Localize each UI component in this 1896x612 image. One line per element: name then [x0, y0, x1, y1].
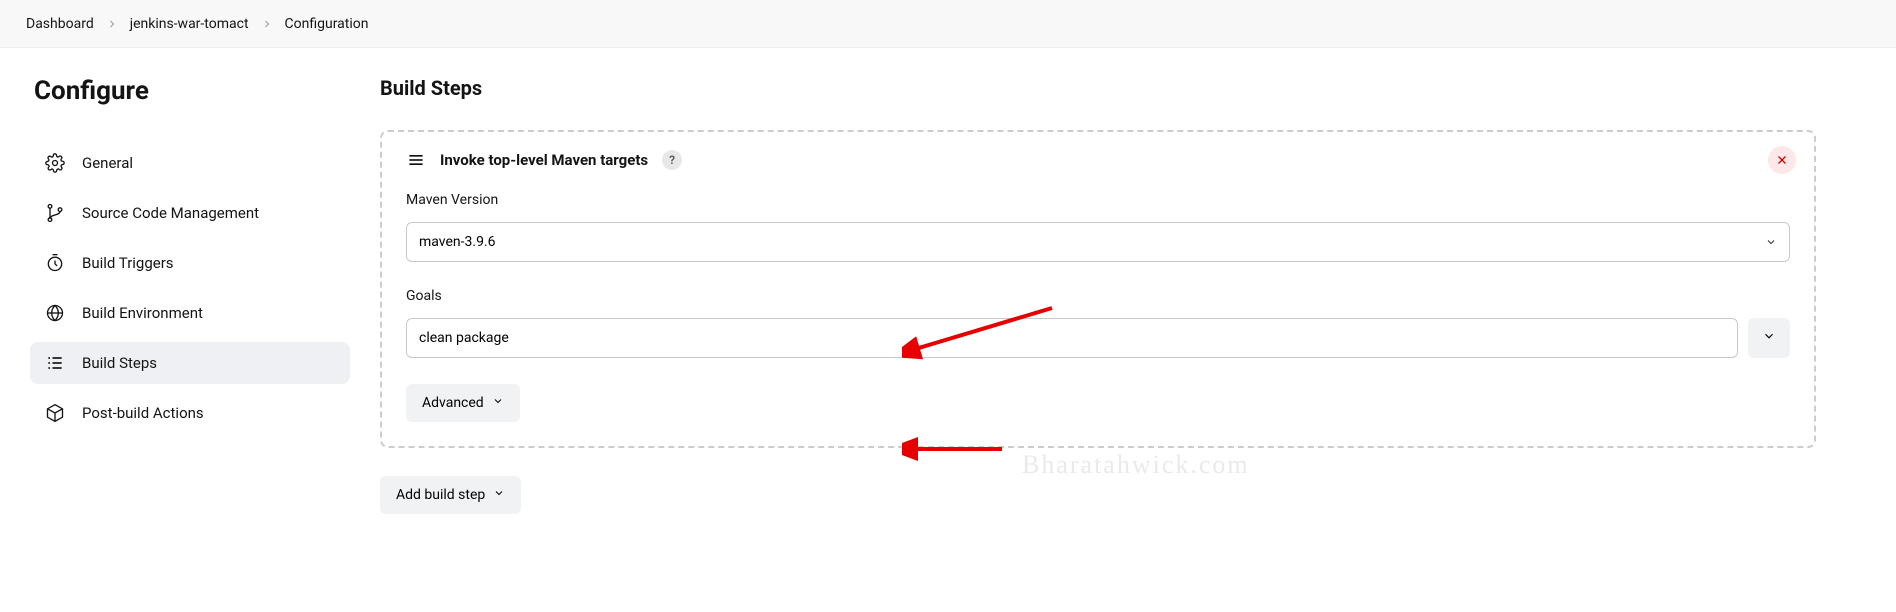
- add-build-step-button[interactable]: Add build step: [380, 476, 521, 514]
- stopwatch-icon: [44, 252, 66, 274]
- sidenav-label: Post-build Actions: [82, 404, 204, 422]
- sidenav-label: Source Code Management: [82, 204, 259, 222]
- expand-goals-button[interactable]: [1748, 318, 1790, 358]
- sidenav-item-triggers[interactable]: Build Triggers: [30, 242, 350, 284]
- sidebar: Configure General Source Code Management…: [0, 76, 380, 514]
- chevron-right-icon: [106, 18, 118, 30]
- advanced-label: Advanced: [422, 395, 484, 411]
- sidenav: General Source Code Management Build Tri…: [30, 142, 350, 434]
- advanced-button[interactable]: Advanced: [406, 384, 520, 422]
- goals-input[interactable]: [406, 318, 1738, 358]
- chevron-down-icon: [493, 487, 505, 503]
- sidenav-item-build-steps[interactable]: Build Steps: [30, 342, 350, 384]
- page-title: Configure: [30, 76, 350, 106]
- maven-version-label: Maven Version: [406, 192, 1790, 208]
- sidenav-item-scm[interactable]: Source Code Management: [30, 192, 350, 234]
- maven-version-select[interactable]: maven-3.9.6: [406, 222, 1790, 262]
- build-step-card: Invoke top-level Maven targets ? Maven V…: [380, 130, 1816, 448]
- content: Build Steps Invoke top-level Maven targe…: [380, 76, 1896, 514]
- sidenav-item-environment[interactable]: Build Environment: [30, 292, 350, 334]
- sidenav-label: Build Steps: [82, 354, 157, 372]
- steps-icon: [44, 352, 66, 374]
- chevron-down-icon: [492, 395, 504, 411]
- breadcrumb-item-dashboard[interactable]: Dashboard: [26, 16, 94, 32]
- breadcrumb-item-job[interactable]: jenkins-war-tomact: [130, 16, 249, 32]
- sidenav-item-general[interactable]: General: [30, 142, 350, 184]
- build-step-title: Invoke top-level Maven targets: [440, 151, 648, 169]
- breadcrumb-item-current: Configuration: [285, 16, 369, 32]
- chevron-down-icon: [1762, 329, 1776, 347]
- help-icon[interactable]: ?: [662, 150, 682, 170]
- goals-label: Goals: [406, 288, 1790, 304]
- sidenav-label: Build Environment: [82, 304, 203, 322]
- package-icon: [44, 402, 66, 424]
- sidenav-label: General: [82, 154, 133, 172]
- drag-handle-icon[interactable]: [406, 150, 426, 170]
- breadcrumb: Dashboard jenkins-war-tomact Configurati…: [0, 0, 1896, 48]
- chevron-right-icon: [261, 18, 273, 30]
- branch-icon: [44, 202, 66, 224]
- gear-icon: [44, 152, 66, 174]
- sidenav-item-postbuild[interactable]: Post-build Actions: [30, 392, 350, 434]
- close-icon[interactable]: [1768, 146, 1796, 174]
- section-title: Build Steps: [380, 76, 1816, 100]
- add-build-step-label: Add build step: [396, 487, 485, 503]
- sidenav-label: Build Triggers: [82, 254, 174, 272]
- annotation-arrow-icon: [902, 434, 1012, 464]
- globe-icon: [44, 302, 66, 324]
